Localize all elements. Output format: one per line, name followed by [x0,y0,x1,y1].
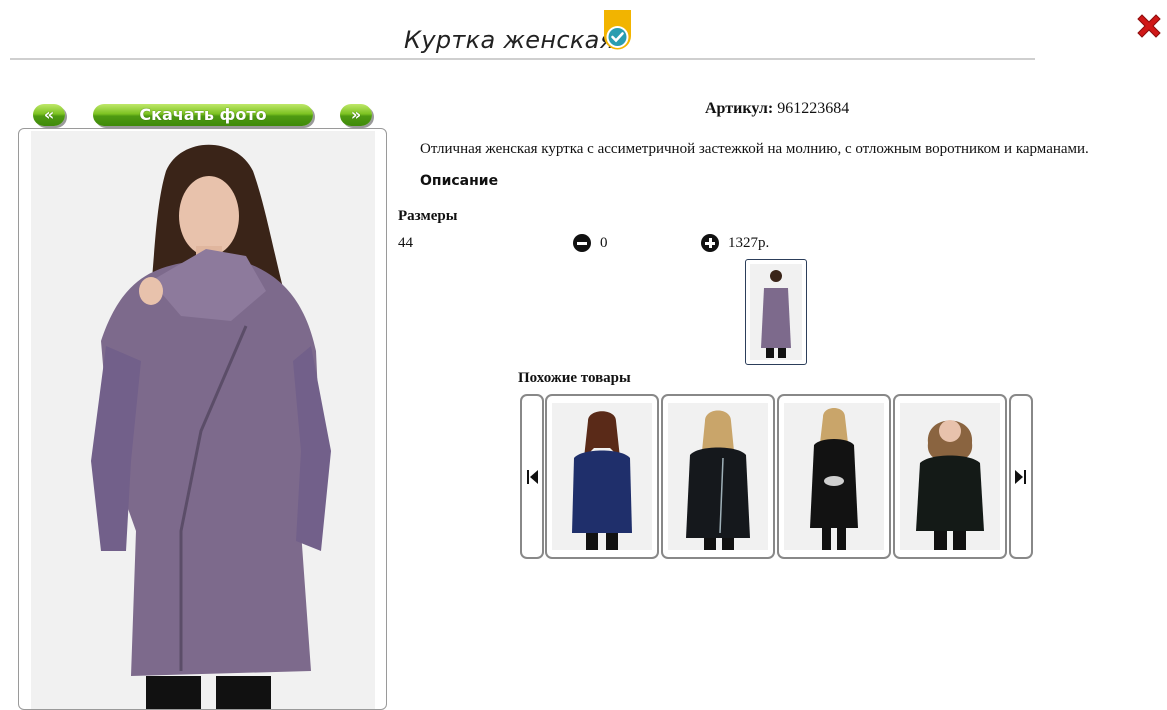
verified-badge-icon [604,10,631,50]
close-icon[interactable] [1133,10,1165,42]
description-text: Отличная женская куртка с ассиметричной … [420,141,1089,157]
size-value: 44 [398,235,413,251]
page-title: Куртка женская [404,26,615,54]
plus-circle-icon[interactable] [701,234,719,252]
minus-circle-icon[interactable] [573,234,591,252]
similar-product-card[interactable] [545,394,659,559]
article-row: Артикул: 961223684 [705,100,849,118]
similar-products-heading: Похожие товары [518,370,631,386]
sizes-heading: Размеры [398,208,458,224]
article-value: 961223684 [777,100,850,117]
header-divider [10,58,1035,60]
similar-product-card[interactable] [777,394,891,559]
prev-photo-button[interactable]: « [33,104,65,126]
article-label: Артикул: [705,100,774,117]
carousel-prev-button[interactable] [520,394,544,559]
size-price: 1327р. [728,235,770,251]
photo-thumbnail[interactable] [745,259,807,365]
main-photo-frame [18,128,387,710]
carousel-next-button[interactable] [1009,394,1033,559]
download-photo-button[interactable]: Скачать фото [93,104,313,126]
description-heading: Описание [420,173,499,189]
next-photo-button[interactable]: » [340,104,372,126]
skip-back-icon [527,470,538,484]
skip-forward-icon [1015,470,1026,484]
similar-product-card[interactable] [661,394,775,559]
quantity-value: 0 [600,235,608,251]
similar-product-card[interactable] [893,394,1007,559]
main-product-photo [31,131,375,709]
